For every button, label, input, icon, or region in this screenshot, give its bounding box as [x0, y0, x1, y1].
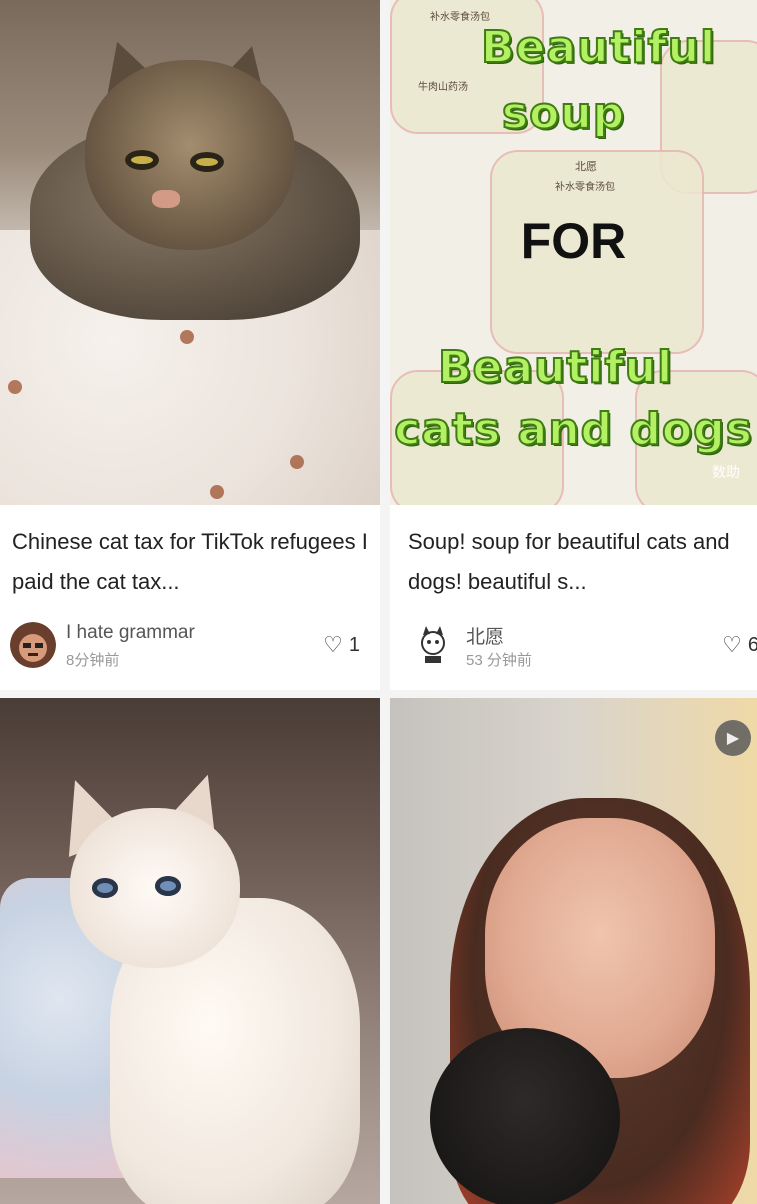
feed-card[interactable]: [0, 698, 380, 1204]
feed-card[interactable]: ▶: [390, 698, 757, 1204]
card-title[interactable]: Soup! soup for beautiful cats and dogs! …: [408, 522, 747, 602]
corner-label: 数助: [712, 464, 740, 480]
poster-line: Beautiful: [437, 341, 674, 394]
cat-eye: [190, 152, 224, 172]
post-time: 53 分钟前: [466, 652, 532, 669]
poster-line: soup: [501, 87, 626, 140]
card-thumbnail[interactable]: [0, 698, 380, 1204]
flower-pattern: [210, 485, 224, 499]
author-name[interactable]: 北愿: [466, 622, 504, 649]
card-thumbnail[interactable]: ▶: [390, 698, 757, 1204]
heart-outline-icon[interactable]: ♡: [722, 632, 742, 658]
poster-line: cats and dogs: [393, 403, 753, 456]
feed-card[interactable]: Chinese cat tax for TikTok refugees I pa…: [0, 0, 380, 690]
like-button[interactable]: ♡ 6: [722, 632, 757, 658]
play-icon[interactable]: ▶: [715, 720, 751, 756]
author-row[interactable]: 北愿 53 分钟前 ♡ 6: [410, 618, 757, 674]
avatar[interactable]: [410, 622, 456, 668]
avatar[interactable]: [10, 622, 56, 668]
cat-eye: [92, 878, 118, 898]
feed-card[interactable]: 补水零食汤包 牛肉山药汤 北愿 补水零食汤包 数助 Beautiful soup…: [390, 0, 757, 690]
card-thumbnail[interactable]: 补水零食汤包 牛肉山药汤 北愿 补水零食汤包 数助 Beautiful soup…: [390, 0, 757, 505]
cat-nose: [152, 190, 180, 208]
poster-line: Beautiful: [480, 21, 717, 74]
author-row[interactable]: I hate grammar 8分钟前 ♡ 1: [10, 618, 376, 674]
card-thumbnail[interactable]: [0, 0, 380, 505]
pouch-label: 补水零食汤包: [430, 12, 490, 23]
author-name[interactable]: I hate grammar: [66, 622, 195, 644]
flower-pattern: [290, 455, 304, 469]
like-button[interactable]: ♡ 1: [323, 632, 360, 658]
tabby-cat-head: [85, 60, 295, 250]
heart-outline-icon[interactable]: ♡: [323, 632, 343, 658]
black-cat: [430, 1028, 620, 1204]
pouch-brand: 北愿: [575, 161, 597, 173]
like-count: 1: [348, 633, 360, 656]
flower-pattern: [8, 380, 22, 394]
post-time: 8分钟前: [66, 652, 120, 669]
flower-pattern: [180, 330, 194, 344]
cat-eye: [155, 876, 181, 896]
cat-eye: [125, 150, 159, 170]
card-title[interactable]: Chinese cat tax for TikTok refugees I pa…: [12, 522, 370, 602]
like-count: 6: [747, 633, 757, 656]
poster-for-text: FOR: [520, 213, 627, 269]
pouch-label: 补水零食汤包: [555, 182, 615, 193]
